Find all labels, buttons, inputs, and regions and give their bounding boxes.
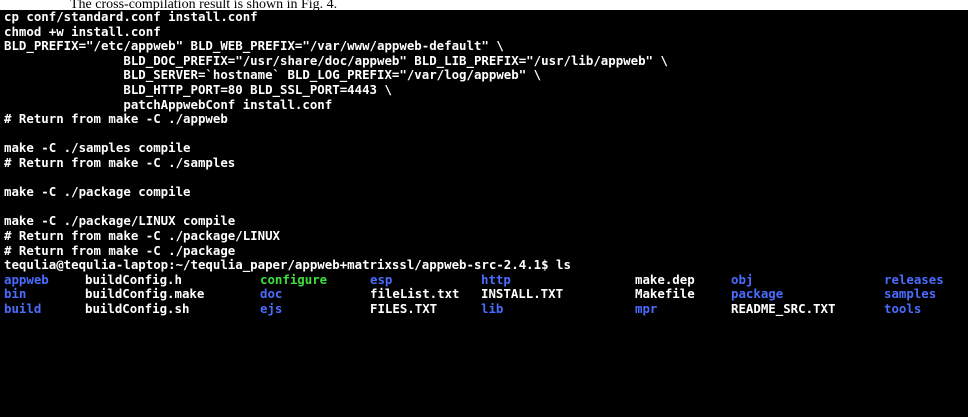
- ls-entry-file: FILES.TXT: [370, 300, 438, 316]
- shell-prompt-line: tequlia@tequlia-laptop:~/tequlia_paper/a…: [4, 257, 571, 273]
- ls-entry-directory: doc: [260, 286, 283, 302]
- ls-output-row: bin buildConfig.make doc fileList.txt IN…: [4, 287, 968, 302]
- ls-entry-file: make.dep: [635, 271, 695, 287]
- ls-entry-file: buildConfig.make: [85, 286, 205, 302]
- ls-entry-directory: esp: [370, 271, 393, 287]
- ls-entry-directory: obj: [731, 271, 754, 287]
- terminal-line: # Return from make -C ./package/LINUX: [4, 227, 281, 243]
- ls-output-row: build buildConfig.sh ejs FILES.TXT lib m…: [4, 300, 968, 317]
- ls-entry-file: Makefile: [635, 286, 695, 302]
- ls-entry-directory: bin: [4, 286, 27, 302]
- terminal-line: patchAppwebConf install.conf: [4, 96, 333, 112]
- ls-entry-directory: tools: [884, 300, 922, 316]
- terminal-line: cp conf/standard.conf install.conf: [4, 10, 258, 24]
- terminal-line: make -C ./package/LINUX compile: [4, 213, 236, 229]
- ls-entry-directory: build: [4, 300, 42, 316]
- ls-entry-file: fileList.txt: [370, 286, 460, 302]
- ls-entry-file: INSTALL.TXT: [481, 286, 564, 302]
- ls-entry-executable: configure: [260, 271, 328, 287]
- terminal-line: # Return from make -C ./package: [4, 242, 236, 258]
- ls-entry-directory: lib: [481, 300, 504, 316]
- terminal-line: BLD_SERVER=`hostname` BLD_LOG_PREFIX="/v…: [4, 67, 542, 83]
- terminal-line: BLD_HTTP_PORT=80 BLD_SSL_PORT=4443 \: [4, 81, 392, 97]
- terminal-window[interactable]: cp conf/standard.conf install.conf chmod…: [0, 10, 968, 417]
- ls-entry-file: buildConfig.h: [85, 271, 182, 287]
- terminal-line: # Return from make -C ./appweb: [4, 111, 228, 127]
- ls-entry-file: README_SRC.TXT: [731, 300, 836, 316]
- ls-entry-directory: http: [481, 271, 511, 287]
- terminal-line: chmod +w install.conf: [4, 23, 161, 39]
- ls-entry-directory: package: [731, 286, 784, 302]
- figure-caption: The cross-compilation result is shown in…: [0, 0, 968, 10]
- ls-output-row: appweb buildConfig.h configure esp http …: [4, 271, 968, 288]
- ls-entry-directory: appweb: [4, 271, 49, 287]
- ls-entry-file: buildConfig.sh: [85, 300, 190, 316]
- terminal-line: BLD_PREFIX="/etc/appweb" BLD_WEB_PREFIX=…: [4, 38, 504, 54]
- terminal-line: BLD_DOC_PREFIX="/usr/share/doc/appweb" B…: [4, 52, 668, 68]
- terminal-line: make -C ./package compile: [4, 184, 191, 200]
- terminal-line: # Return from make -C ./samples: [4, 154, 236, 170]
- ls-entry-directory: samples: [884, 286, 937, 302]
- ls-entry-directory: releases: [884, 271, 944, 287]
- terminal-line: make -C ./samples compile: [4, 140, 191, 156]
- ls-entry-directory: ejs: [260, 300, 283, 316]
- ls-entry-directory: mpr: [635, 300, 658, 316]
